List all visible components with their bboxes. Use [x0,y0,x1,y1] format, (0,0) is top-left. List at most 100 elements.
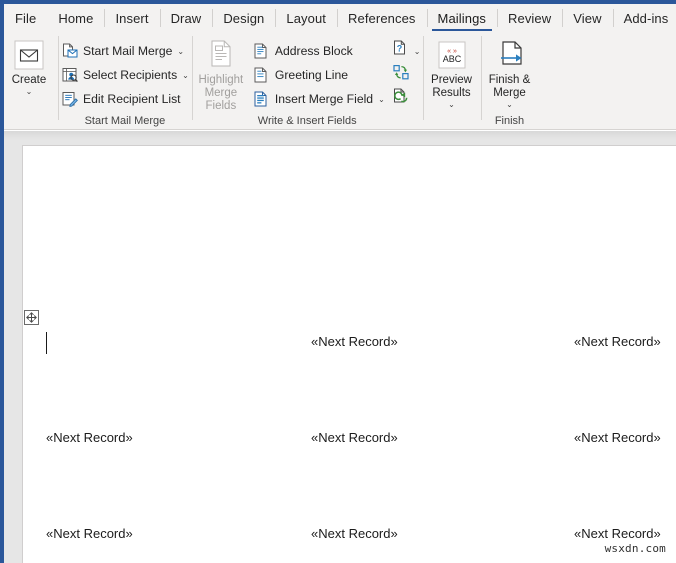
group-body: Finish & Merge ⌄ [481,35,539,113]
tab-label: View [573,10,602,26]
insert-merge-field-icon [254,91,267,107]
button-address-block[interactable]: Address Block [250,40,388,62]
svg-text:?: ? [397,44,403,54]
tab-design[interactable]: Design [212,4,275,32]
button-label: Greeting Line [274,68,349,82]
group-body: « » ABC Preview Results ⌄ [423,35,481,113]
chevron-down-icon[interactable]: ⌄ [177,47,184,56]
window-left-accent [0,0,4,563]
table-move-handle[interactable] [24,310,39,325]
update-labels-icon [393,88,410,110]
rules-icon: ? [393,40,405,55]
button-update-labels[interactable] [391,88,423,110]
button-label: Start Mail Merge [83,44,173,58]
word-window: File Home Insert Draw Design Layout References… [0,0,676,563]
merge-field-next-record[interactable]: «Next Record» [311,430,398,445]
canvas-top-shade [0,131,676,141]
greeting-line-icon [254,67,267,83]
button-label: Finish & Merge [488,74,531,99]
tab-label: Mailings [437,10,486,26]
button-rules[interactable]: ? ⌄ [391,40,423,62]
chevron-down-icon[interactable]: ⌄ [26,88,33,96]
small-button-column: Start Mail Merge ⌄ Select Recipients ⌄ Edit … [58,35,192,110]
button-create[interactable]: Create ⌄ [0,35,58,96]
start-mail-merge-icon [62,43,77,58]
chevron-down-icon[interactable]: ⌄ [182,71,189,80]
tab-insert[interactable]: Insert [104,4,159,32]
ribbon-group-start-mail-merge: Start Mail Merge ⌄ Select Recipients ⌄ Edit … [58,32,192,129]
button-label: Insert Merge Field [274,92,374,106]
tab-draw[interactable]: Draw [159,4,213,32]
chevron-down-icon[interactable]: ⌄ [414,47,421,56]
merge-field-next-record[interactable]: «Next Record» [574,334,661,349]
match-fields-icon [393,64,410,86]
merge-field-next-record[interactable]: «Next Record» [46,526,133,541]
button-edit-recipient-list[interactable]: Edit Recipient List [58,88,192,110]
ribbon-group-write-insert-fields: Highlight Merge Fields Address Block Greet… [191,32,423,129]
button-finish-merge[interactable]: Finish & Merge ⌄ [481,35,539,109]
button-greeting-line[interactable]: Greeting Line [250,64,388,86]
move-cross-icon [26,312,37,323]
ribbon: Create ⌄ Start Mail Merge ⌄ Select Recipient… [0,32,676,130]
merge-field-next-record[interactable]: «Next Record» [574,430,661,445]
update-labels-icon [393,88,408,103]
group-label [423,113,481,129]
button-select-recipients[interactable]: Select Recipients ⌄ [58,64,192,86]
merge-field-next-record[interactable]: «Next Record» [574,526,661,541]
rules-icon: ? [393,40,410,62]
address-block-icon [253,43,270,60]
envelope-icon [13,39,45,71]
ribbon-tab-strip: File Home Insert Draw Design Layout References… [0,4,676,32]
tab-label: Insert [115,10,149,26]
tab-review[interactable]: Review [497,4,562,32]
select-recipients-icon [61,67,78,84]
chevron-down-icon[interactable]: ⌄ [506,101,513,109]
start-mail-merge-icon [61,43,78,60]
button-preview-results[interactable]: « » ABC Preview Results ⌄ [423,35,481,109]
document-canvas[interactable]: «Next Record» «Next Record» «Next Record» «… [0,131,676,563]
tab-view[interactable]: View [562,4,612,32]
chevron-down-icon[interactable]: ⌄ [448,101,455,109]
active-tab-underline [431,29,492,31]
preview-results-icon: « »ABC [436,39,468,71]
envelope-icon [14,40,44,70]
button-match-fields[interactable] [391,64,423,86]
button-start-mail-merge[interactable]: Start Mail Merge ⌄ [58,40,192,62]
tab-label: Draw [170,10,202,26]
merge-field-next-record[interactable]: «Next Record» [46,430,133,445]
select-recipients-icon [62,68,78,83]
tab-label: Home [58,10,94,26]
document-page[interactable] [22,145,676,563]
icon-button-column: ? ⌄ [391,35,423,110]
tab-layout[interactable]: Layout [275,4,337,32]
button-insert-merge-field[interactable]: Insert Merge Field ⌄ [250,88,388,110]
tab-label: Design [223,10,265,26]
button-label: Highlight Merge Fields [198,74,244,112]
ribbon-group-create: Create ⌄ [0,32,58,129]
tab-file[interactable]: File [4,4,47,32]
svg-text:ABC: ABC [442,54,461,64]
button-label: Select Recipients [83,68,178,82]
button-label: Edit Recipient List [83,92,181,106]
group-body: Start Mail Merge ⌄ Select Recipients ⌄ Edit … [58,35,192,113]
button-highlight-merge-fields: Highlight Merge Fields [192,35,250,113]
merge-field-next-record[interactable]: «Next Record» [311,526,398,541]
tab-label: Layout [286,10,327,26]
group-body: Create ⌄ [0,35,58,113]
group-label: Finish [494,115,525,127]
finish-and-merge-icon [494,39,526,71]
greeting-line-icon [253,67,270,84]
edit-recipient-list-icon [62,92,78,107]
ribbon-group-preview-results: « » ABC Preview Results ⌄ [422,32,481,129]
text-caret [46,332,47,354]
tab-add-ins[interactable]: Add-ins [612,4,676,32]
tab-label: Review [508,10,552,26]
tab-home[interactable]: Home [47,4,104,32]
chevron-down-icon[interactable]: ⌄ [378,95,385,104]
edit-recipient-list-icon [61,91,78,108]
ribbon-group-finish: Finish & Merge ⌄ Finish [480,32,539,129]
tab-references[interactable]: References [337,4,426,32]
tab-mailings[interactable]: Mailings [426,4,497,32]
group-label: Start Mail Merge [84,115,166,127]
merge-field-next-record[interactable]: «Next Record» [311,334,398,349]
